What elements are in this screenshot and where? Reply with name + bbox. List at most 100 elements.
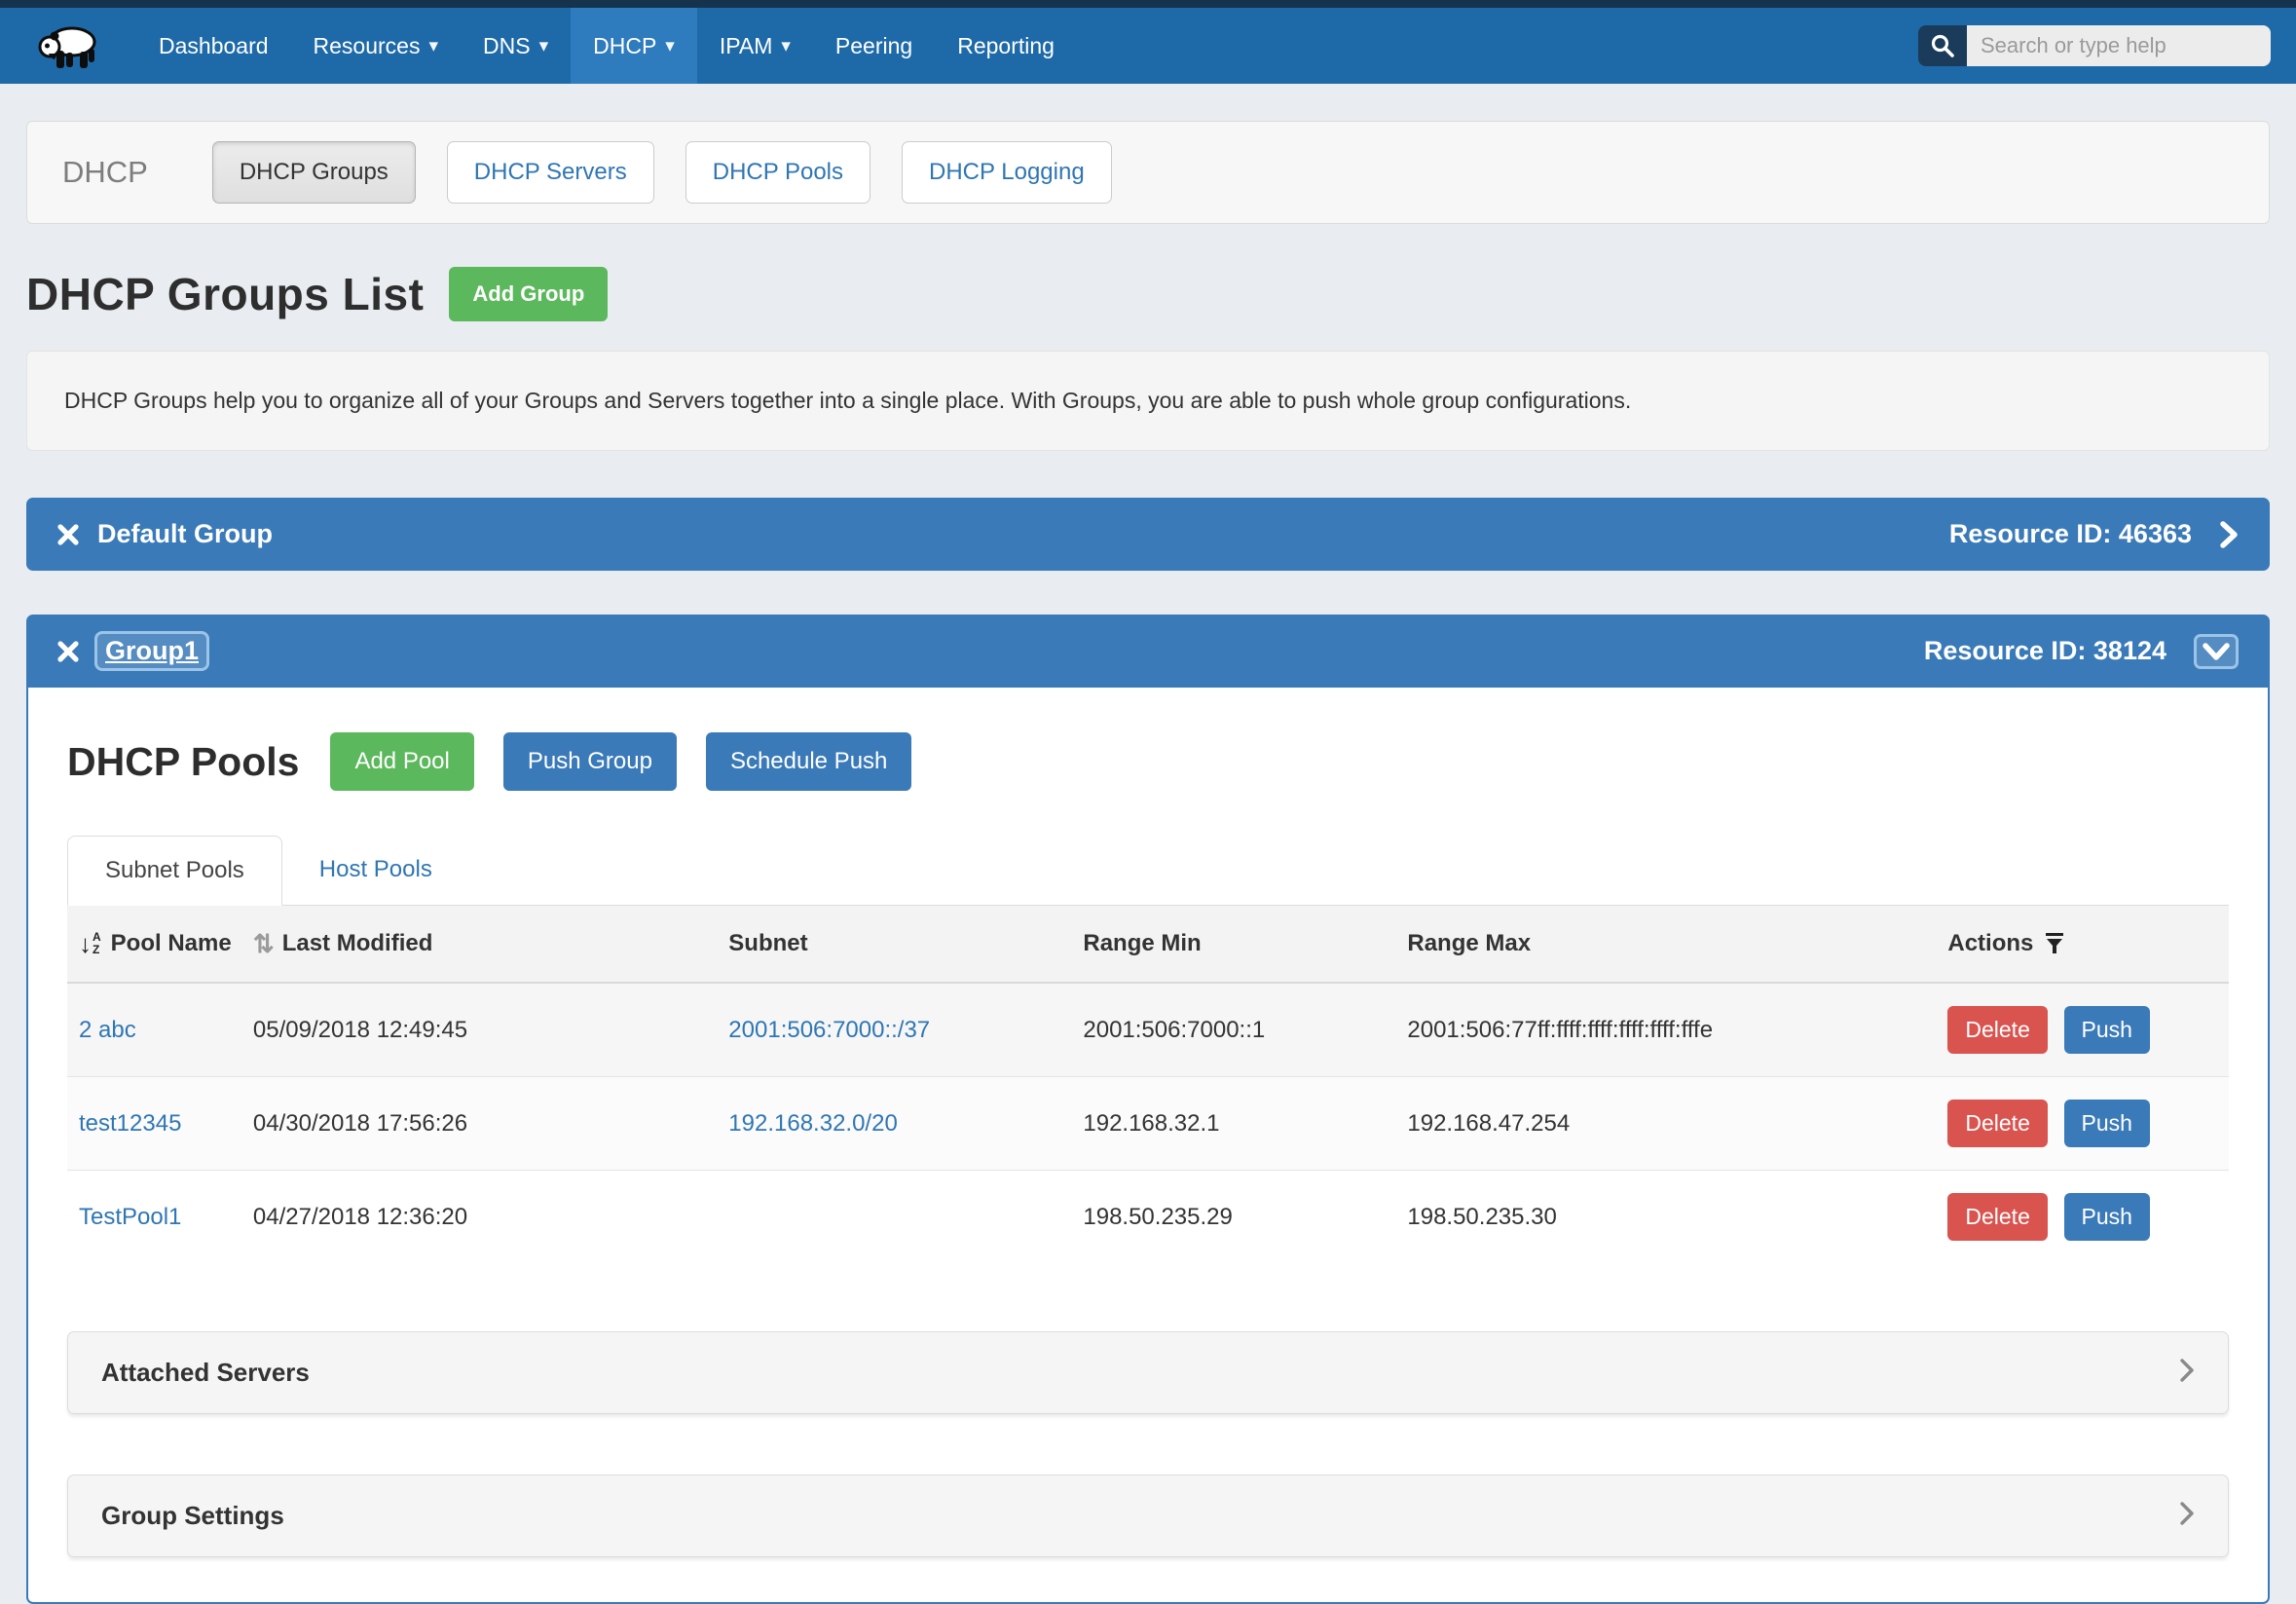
delete-pool-button[interactable]: Delete (1947, 1006, 2047, 1054)
search-icon (1930, 33, 1955, 58)
subnav-dhcp-groups-button[interactable]: DHCP Groups (212, 141, 416, 204)
group-name: Default Group (97, 519, 273, 549)
caret-down-icon: ▾ (665, 37, 675, 56)
resource-id-label: Resource ID: 38124 (1924, 636, 2166, 666)
column-label: Range Min (1083, 930, 1201, 956)
panda-logo-icon (37, 19, 101, 72)
push-pool-button[interactable]: Push (2064, 1193, 2150, 1241)
subnav-dhcp-logging-button[interactable]: DHCP Logging (902, 141, 1112, 204)
add-group-button[interactable]: Add Group (449, 267, 608, 321)
top-strip (0, 0, 2296, 8)
caret-down-icon: ▾ (428, 37, 438, 56)
table-row: 2 abc 05/09/2018 12:49:45 2001:506:7000:… (67, 983, 2229, 1077)
group-settings-accordion[interactable]: Group Settings (67, 1474, 2229, 1557)
push-group-button[interactable]: Push Group (503, 732, 677, 791)
schedule-push-button[interactable]: Schedule Push (706, 732, 911, 791)
push-pool-button[interactable]: Push (2064, 1006, 2150, 1054)
remove-group-icon[interactable] (57, 641, 79, 662)
pool-name-link[interactable]: 2 abc (79, 1017, 136, 1043)
nav-item-ipam[interactable]: IPAM ▾ (697, 8, 813, 84)
navbar-search (1918, 25, 2271, 66)
page-title-row: DHCP Groups List Add Group (26, 267, 2270, 321)
column-header-subnet[interactable]: Subnet (728, 906, 1083, 983)
dhcp-pools-title: DHCP Pools (67, 739, 299, 785)
column-header-last-modified[interactable]: ⇅ Last Modified (253, 906, 728, 983)
column-header-range-min[interactable]: Range Min (1083, 906, 1407, 983)
caret-down-icon: ▾ (781, 37, 791, 56)
groups-description: DHCP Groups help you to organize all of … (26, 351, 2270, 451)
range-max-cell: 198.50.235.30 (1407, 1171, 1947, 1264)
subnav-title: DHCP (62, 155, 148, 190)
pool-name-link[interactable]: test12345 (79, 1110, 181, 1137)
resource-id-label: Resource ID: 46363 (1949, 519, 2192, 549)
subnet-link[interactable]: 192.168.32.0/20 (728, 1110, 898, 1137)
nav-item-reporting[interactable]: Reporting (935, 8, 1077, 84)
last-modified-cell: 04/30/2018 17:56:26 (253, 1077, 728, 1171)
nav-label: IPAM (720, 33, 773, 59)
subnet-link[interactable]: 2001:506:7000::/37 (728, 1017, 930, 1043)
range-min-cell: 198.50.235.29 (1083, 1171, 1407, 1264)
subnet-pools-table: ↓ A Z Pool Name ⇅ Last Mo (67, 906, 2229, 1263)
chevron-down-icon[interactable] (2194, 634, 2239, 669)
range-min-cell: 192.168.32.1 (1083, 1077, 1407, 1171)
subnav-dhcp-servers-button[interactable]: DHCP Servers (447, 141, 654, 204)
provision-logo[interactable] (37, 19, 101, 72)
attached-servers-accordion[interactable]: Attached Servers (67, 1331, 2229, 1414)
column-header-pool-name[interactable]: ↓ A Z Pool Name (67, 906, 253, 983)
group-bar-right: Resource ID: 46363 (1949, 519, 2239, 549)
pool-name-link[interactable]: TestPool1 (79, 1204, 181, 1230)
range-max-cell: 2001:506:77ff:ffff:ffff:ffff:ffff:fffe (1407, 983, 1947, 1077)
column-header-range-max[interactable]: Range Max (1407, 906, 1947, 983)
column-label: Subnet (728, 930, 807, 956)
nav-label: Reporting (957, 33, 1055, 59)
filter-icon[interactable] (2045, 932, 2064, 955)
nav-item-peering[interactable]: Peering (813, 8, 935, 84)
nav-label: DHCP (593, 33, 656, 59)
column-label: Pool Name (111, 930, 232, 957)
column-label: Last Modified (282, 930, 433, 957)
nav-item-dhcp[interactable]: DHCP ▾ (571, 8, 697, 84)
page-title: DHCP Groups List (26, 268, 424, 320)
subnet-cell-empty (728, 1171, 1083, 1264)
last-modified-cell: 05/09/2018 12:49:45 (253, 983, 728, 1077)
group-bar-group1[interactable]: Group1 Resource ID: 38124 (26, 615, 2270, 688)
sort-icon: ⇅ (253, 931, 275, 956)
caret-down-icon: ▾ (539, 37, 549, 56)
main-nav: Dashboard Resources ▾ DNS ▾ DHCP ▾ IPAM … (136, 8, 1077, 84)
table-row: TestPool1 04/27/2018 12:36:20 198.50.235… (67, 1171, 2229, 1264)
add-pool-button[interactable]: Add Pool (330, 732, 473, 791)
chevron-right-icon[interactable] (2219, 521, 2239, 548)
group1-link[interactable]: Group1 (94, 631, 209, 671)
subnav-dhcp-pools-button[interactable]: DHCP Pools (685, 141, 870, 204)
tab-subnet-pools[interactable]: Subnet Pools (67, 836, 282, 906)
nav-label: Dashboard (159, 33, 269, 59)
tab-host-pools[interactable]: Host Pools (282, 836, 469, 906)
page-content: DHCP DHCP Groups DHCP Servers DHCP Pools… (0, 121, 2296, 1604)
range-max-cell: 192.168.47.254 (1407, 1077, 1947, 1171)
navbar: Dashboard Resources ▾ DNS ▾ DHCP ▾ IPAM … (0, 8, 2296, 84)
table-header-row: ↓ A Z Pool Name ⇅ Last Mo (67, 906, 2229, 983)
range-min-cell: 2001:506:7000::1 (1083, 983, 1407, 1077)
delete-pool-button[interactable]: Delete (1947, 1100, 2047, 1147)
push-pool-button[interactable]: Push (2064, 1100, 2150, 1147)
search-button[interactable] (1918, 25, 1967, 66)
nav-item-dashboard[interactable]: Dashboard (136, 8, 291, 84)
search-input[interactable] (1967, 25, 2271, 66)
group-bar-default-group[interactable]: Default Group Resource ID: 46363 (26, 498, 2270, 571)
nav-label: Resources (314, 33, 421, 59)
remove-group-icon[interactable] (57, 524, 79, 545)
delete-pool-button[interactable]: Delete (1947, 1193, 2047, 1241)
accordion-label: Attached Servers (101, 1358, 310, 1388)
nav-item-resources[interactable]: Resources ▾ (291, 8, 461, 84)
column-label: Range Max (1407, 930, 1531, 956)
last-modified-cell: 04/27/2018 12:36:20 (253, 1171, 728, 1264)
nav-item-dns[interactable]: DNS ▾ (461, 8, 571, 84)
nav-label: Peering (835, 33, 912, 59)
nav-label: DNS (483, 33, 531, 59)
pools-title-row: DHCP Pools Add Pool Push Group Schedule … (67, 732, 2229, 791)
chevron-right-icon (2179, 1501, 2195, 1531)
group-bar-right: Resource ID: 38124 (1924, 634, 2239, 669)
accordion-label: Group Settings (101, 1501, 284, 1531)
column-header-actions: Actions (1947, 906, 2229, 983)
chevron-right-icon (2179, 1358, 2195, 1388)
